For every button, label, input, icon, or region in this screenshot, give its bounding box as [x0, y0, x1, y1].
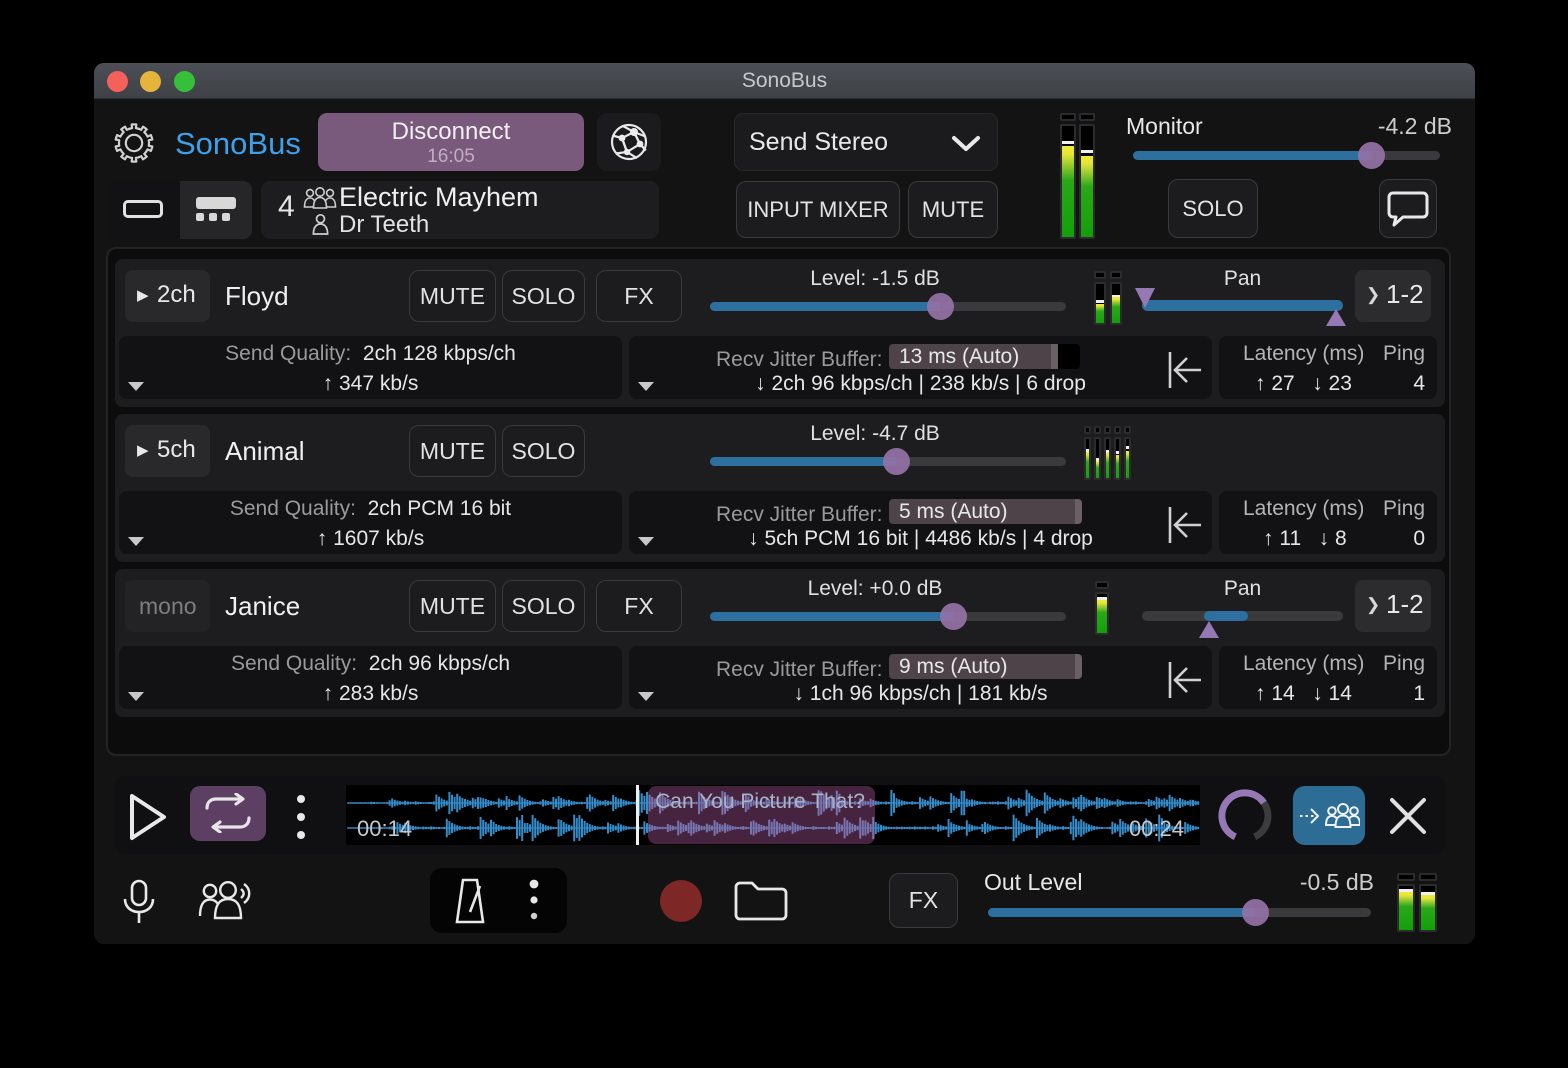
svg-text:00:24: 00:24 [1129, 816, 1184, 841]
svg-text:Can You Picture That?: Can You Picture That? [655, 790, 865, 813]
svg-text:00:14: 00:14 [357, 816, 412, 841]
